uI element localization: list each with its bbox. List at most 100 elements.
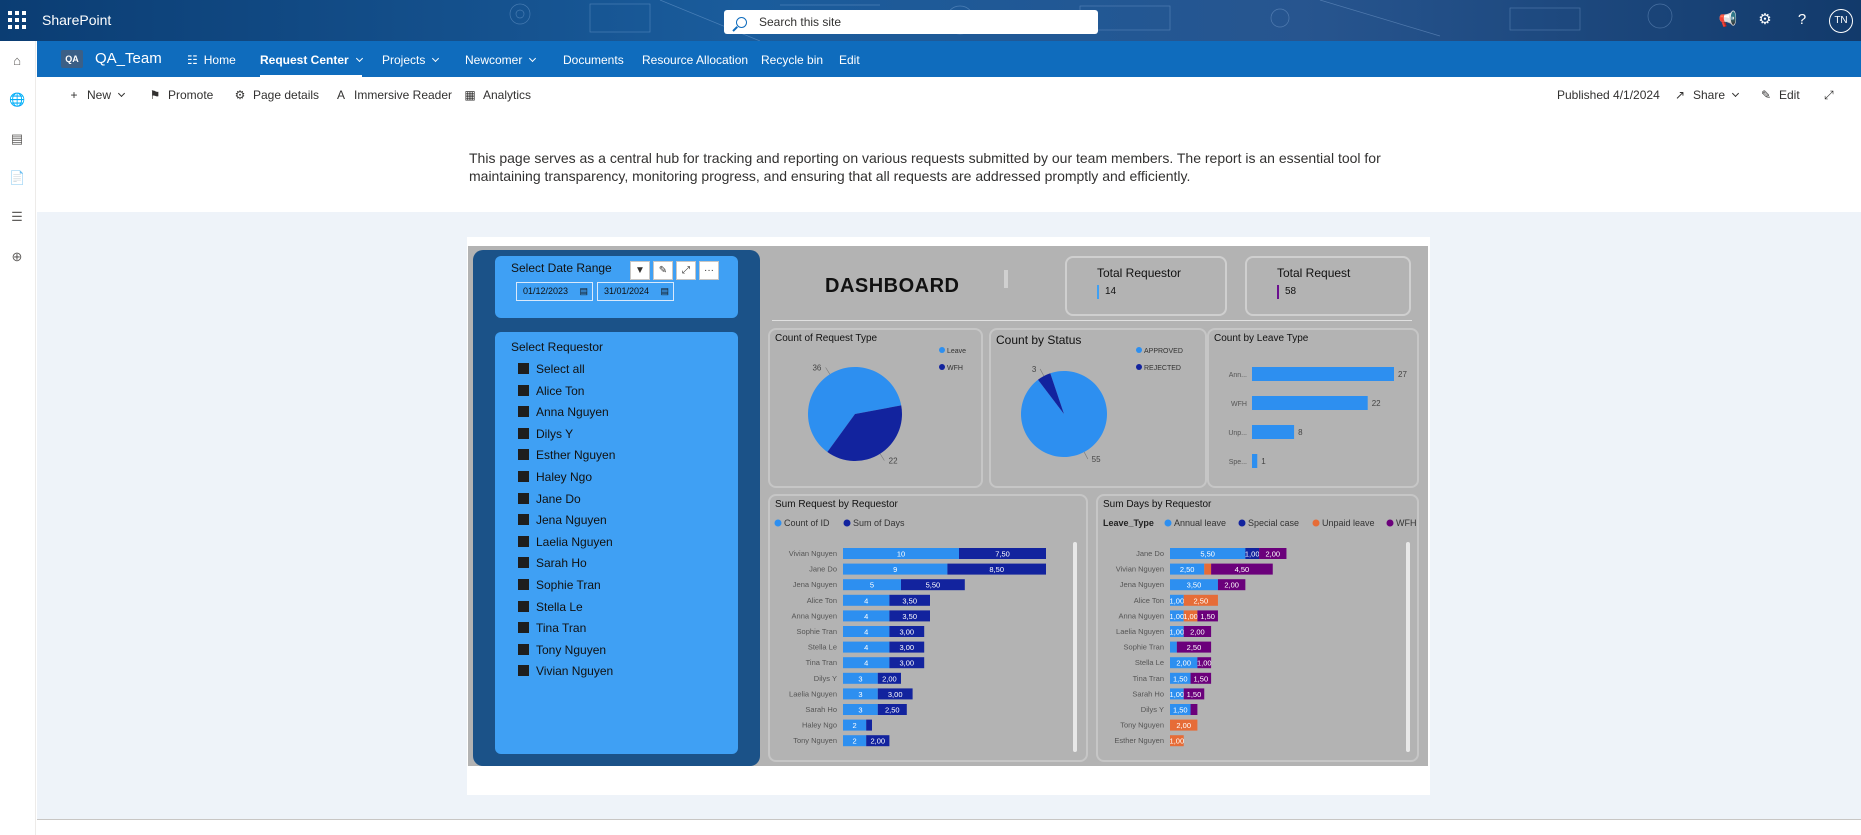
- nav-resource-allocation[interactable]: Resource Allocation: [642, 53, 748, 67]
- focus-mode-icon[interactable]: ⤢: [676, 261, 696, 280]
- checkbox-icon[interactable]: [518, 514, 529, 526]
- category-label: Dilys Y: [1141, 705, 1164, 714]
- edit-button[interactable]: ✎ Edit: [1759, 88, 1800, 102]
- nav-newcomer[interactable]: Newcomer: [465, 53, 537, 67]
- sum-request-panel[interactable]: Sum Request by Requestor Count of ID Sum …: [768, 494, 1088, 762]
- leave-type-bar-panel[interactable]: Count by Leave Type Ann... 27 WFH 22 Unp... 8…: [1207, 328, 1419, 488]
- avatar[interactable]: TN: [1829, 9, 1853, 33]
- requestor-option[interactable]: Haley Ngo: [518, 470, 592, 484]
- checkbox-icon[interactable]: [518, 579, 529, 590]
- checkbox-icon[interactable]: [518, 535, 529, 547]
- checkbox-icon[interactable]: [518, 622, 529, 634]
- search-icon: [736, 16, 747, 28]
- nav-projects[interactable]: Projects: [382, 53, 440, 67]
- sum-days-panel[interactable]: Sum Days by Requestor Leave_Type Annual l…: [1096, 494, 1419, 762]
- intro-text: This page serves as a central hub for tr…: [469, 150, 1381, 184]
- requestor-option[interactable]: Esther Nguyen: [518, 448, 615, 462]
- nav-documents[interactable]: Documents: [563, 53, 624, 67]
- checkbox-icon[interactable]: [518, 427, 529, 439]
- more-options-icon[interactable]: ···: [699, 261, 719, 280]
- chart-scrollbar[interactable]: [1073, 542, 1077, 752]
- sum-days-stacked-bar-chart: Leave_Type Annual leave Special case Unpaid…: [1103, 518, 1417, 747]
- megaphone-icon: ⚑: [149, 88, 161, 102]
- checkbox-icon[interactable]: [518, 471, 529, 482]
- format-icon[interactable]: ✎: [653, 261, 673, 280]
- checkbox-icon[interactable]: [518, 600, 529, 612]
- nav-edit[interactable]: Edit: [839, 53, 860, 67]
- list-icon[interactable]: ☰: [9, 209, 25, 225]
- total-request-card[interactable]: Total Request 58: [1245, 256, 1411, 316]
- site-logo[interactable]: QA: [61, 50, 83, 68]
- share-button[interactable]: ↗ Share: [1673, 88, 1740, 102]
- file-icon[interactable]: 📄: [9, 170, 25, 186]
- help-icon[interactable]: ?: [1792, 10, 1812, 30]
- sharepoint-brand[interactable]: SharePoint: [42, 12, 111, 28]
- megaphone-icon[interactable]: 📢: [1718, 10, 1738, 30]
- calendar-icon[interactable]: ▤: [660, 283, 669, 300]
- legend-label: APPROVED: [1144, 348, 1183, 355]
- checkbox-icon[interactable]: [518, 406, 529, 418]
- checkbox-icon[interactable]: [518, 363, 529, 374]
- requestor-option[interactable]: Anna Nguyen: [518, 405, 609, 419]
- legend-label: Annual leave: [1174, 518, 1226, 528]
- calendar-icon[interactable]: ▤: [579, 283, 588, 300]
- nav-request-center[interactable]: Request Center: [260, 53, 363, 77]
- requestor-option[interactable]: Vivian Nguyen: [518, 664, 613, 678]
- news-icon[interactable]: ▤: [9, 131, 25, 147]
- requestor-option[interactable]: Tony Nguyen: [518, 643, 606, 657]
- leader-line: [1039, 368, 1045, 377]
- data-label: 8: [1298, 428, 1303, 437]
- category-label: Tina Tran: [806, 658, 837, 667]
- new-button[interactable]: + New: [67, 88, 126, 102]
- checkbox-icon[interactable]: [518, 643, 529, 655]
- requestor-option[interactable]: Select all: [518, 362, 585, 376]
- globe-icon[interactable]: 🌐: [9, 92, 25, 108]
- nav-recycle-bin[interactable]: Recycle bin: [761, 53, 823, 67]
- requestor-option[interactable]: Laelia Nguyen: [518, 535, 613, 549]
- requestor-option[interactable]: Dilys Y: [518, 427, 573, 441]
- gear-icon[interactable]: ⚙: [1755, 10, 1775, 30]
- add-circle-icon[interactable]: ⊕: [9, 249, 25, 265]
- checkbox-icon[interactable]: [518, 557, 529, 569]
- promote-button[interactable]: ⚑ Promote: [148, 88, 214, 102]
- published-status: Published 4/1/2024: [1557, 88, 1660, 102]
- date-to-input[interactable]: 31/01/2024 ▤: [597, 282, 674, 301]
- search-input[interactable]: [759, 15, 1079, 29]
- site-title[interactable]: QA_Team: [95, 50, 162, 67]
- request-type-pie-panel[interactable]: Count of Request Type Leave WFH 36 22: [768, 328, 983, 488]
- category-label: Stella Le: [1135, 658, 1164, 667]
- nav-home[interactable]: ☷ Home: [187, 53, 236, 67]
- requestor-option[interactable]: Tina Tran: [518, 621, 586, 635]
- checkbox-icon[interactable]: [518, 384, 529, 396]
- checkbox-icon[interactable]: [518, 665, 529, 677]
- chart-scrollbar[interactable]: [1406, 542, 1410, 752]
- checkbox-icon[interactable]: [518, 449, 529, 461]
- requestor-option[interactable]: Jane Do: [518, 492, 581, 506]
- checkbox-icon[interactable]: [518, 492, 529, 504]
- date-from-input[interactable]: 01/12/2023 ▤: [516, 282, 593, 301]
- status-pie-panel[interactable]: Count by Status APPROVED REJECTED 55 3: [989, 328, 1207, 488]
- home-icon[interactable]: ⌂: [9, 53, 25, 69]
- sum-request-stacked-bar-chart: Count of ID Sum of Days Vivian Nguyen 10 7,5…: [774, 518, 1046, 747]
- data-label: 1,00: [1170, 737, 1185, 746]
- total-requestor-card[interactable]: Total Requestor 14: [1065, 256, 1227, 316]
- analytics-button[interactable]: ▦ Analytics: [463, 88, 531, 102]
- requestor-option-label: Stella Le: [536, 599, 583, 614]
- page-details-button[interactable]: ⚙ Page details: [233, 88, 319, 102]
- requestor-option[interactable]: Jena Nguyen: [518, 513, 607, 527]
- app-launcher-waffle-icon[interactable]: [8, 11, 26, 29]
- requestor-option[interactable]: Alice Ton: [518, 384, 584, 398]
- expand-icon[interactable]: ⤢: [1824, 88, 1834, 103]
- requestor-option[interactable]: Sophie Tran: [518, 578, 601, 592]
- data-label: 3: [858, 690, 862, 699]
- bar: [1252, 425, 1295, 439]
- requestor-option[interactable]: Stella Le: [518, 600, 583, 614]
- data-label: 4: [864, 612, 868, 621]
- immersive-reader-button[interactable]: A Immersive Reader: [334, 88, 452, 102]
- status-pie-chart: APPROVED REJECTED 55 3: [1021, 347, 1183, 464]
- filter-icon[interactable]: ▼: [630, 261, 650, 280]
- requestor-option[interactable]: Sarah Ho: [518, 556, 587, 570]
- data-label: 9: [893, 565, 897, 574]
- search-box[interactable]: [724, 10, 1098, 34]
- data-label: 1,50: [1173, 706, 1188, 715]
